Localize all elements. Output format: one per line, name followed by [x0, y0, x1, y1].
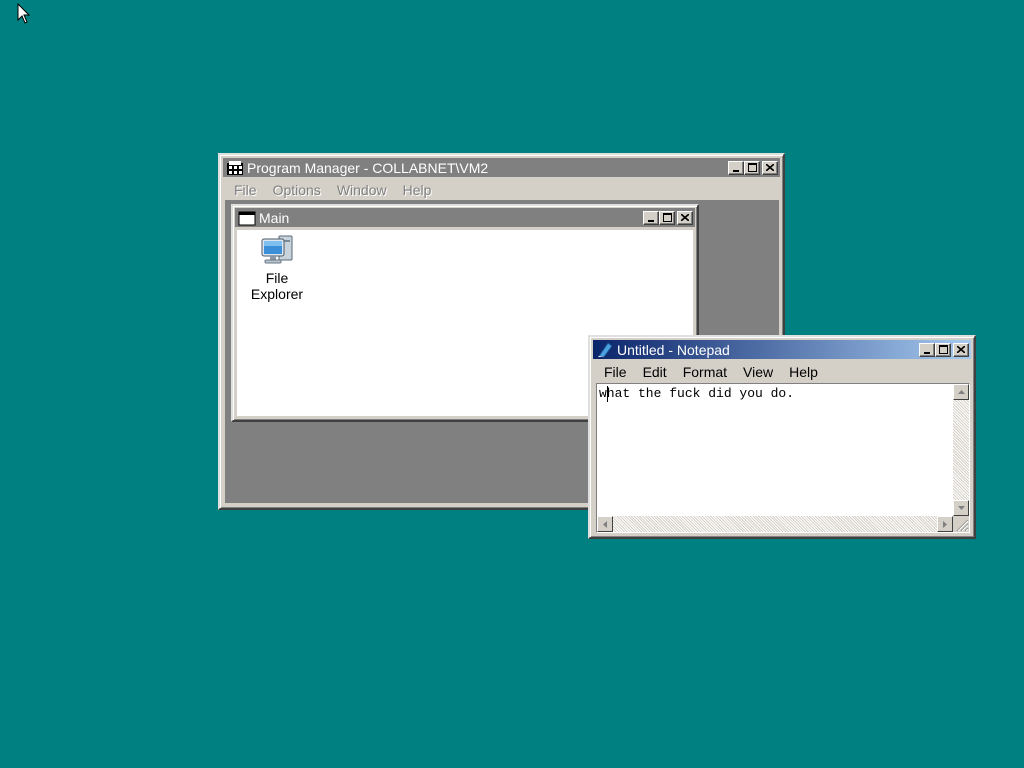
menu-file[interactable]: File [226, 182, 265, 198]
shortcut-label-line1: File [265, 270, 289, 286]
menu-help[interactable]: Help [781, 364, 826, 380]
shortcut-label-line2: Explorer [250, 286, 304, 302]
main-group-titlebar[interactable]: Main [235, 208, 695, 227]
close-button[interactable] [677, 210, 693, 225]
program-manager-icon [227, 160, 243, 175]
maximize-icon [938, 345, 948, 354]
minimize-button[interactable] [919, 342, 935, 357]
program-manager-menubar: File Options Window Help [226, 180, 439, 200]
notepad-text-area[interactable]: what the fuck did you do. [596, 383, 970, 533]
menu-view[interactable]: View [735, 364, 781, 380]
maximize-icon [747, 163, 757, 172]
maximize-icon [662, 213, 672, 222]
menu-edit[interactable]: Edit [635, 364, 675, 380]
window-title: Untitled - Notepad [617, 341, 730, 358]
scroll-right-button[interactable] [937, 516, 953, 532]
notepad-titlebar[interactable]: Untitled - Notepad [593, 340, 971, 359]
group-window-icon [238, 211, 256, 225]
window-title: Program Manager - COLLABNET\VM2 [247, 159, 489, 176]
size-grip[interactable] [953, 516, 969, 532]
file-explorer-shortcut[interactable]: File Explorer [247, 234, 307, 302]
close-icon [681, 214, 689, 221]
close-icon [766, 164, 774, 171]
menu-window[interactable]: Window [329, 182, 395, 198]
minimize-icon [924, 351, 930, 354]
mouse-cursor-icon [17, 3, 31, 24]
notepad-menubar: File Edit Format View Help [596, 362, 826, 382]
minimize-button[interactable] [728, 160, 744, 175]
arrow-right-icon [943, 520, 947, 528]
notepad-icon [598, 341, 613, 358]
scroll-up-button[interactable] [953, 384, 969, 400]
resize-grip-icon [956, 519, 969, 532]
maximize-button[interactable] [935, 342, 951, 357]
menu-file[interactable]: File [596, 364, 635, 380]
scroll-left-button[interactable] [597, 516, 613, 532]
notepad-window[interactable]: Untitled - Notepad File Edit Format View… [588, 335, 976, 539]
minimize-icon [733, 169, 739, 172]
close-button[interactable] [762, 160, 778, 175]
notepad-content: what the fuck did you do. [599, 386, 795, 401]
close-button[interactable] [953, 342, 969, 357]
horizontal-scrollbar[interactable] [597, 516, 953, 532]
menu-help[interactable]: Help [395, 182, 440, 198]
menu-options[interactable]: Options [265, 182, 329, 198]
program-manager-titlebar[interactable]: Program Manager - COLLABNET\VM2 [223, 158, 780, 177]
text-caret [607, 386, 608, 402]
close-icon [957, 346, 965, 353]
menu-format[interactable]: Format [675, 364, 735, 380]
scroll-down-button[interactable] [953, 500, 969, 516]
arrow-up-icon [957, 390, 965, 394]
group-title: Main [259, 209, 290, 226]
computer-icon [261, 235, 293, 264]
maximize-button[interactable] [659, 210, 675, 225]
arrow-left-icon [603, 520, 607, 528]
minimize-button[interactable] [643, 210, 659, 225]
maximize-button[interactable] [744, 160, 760, 175]
arrow-down-icon [957, 506, 965, 510]
minimize-icon [648, 219, 654, 222]
vertical-scrollbar[interactable] [953, 384, 969, 516]
